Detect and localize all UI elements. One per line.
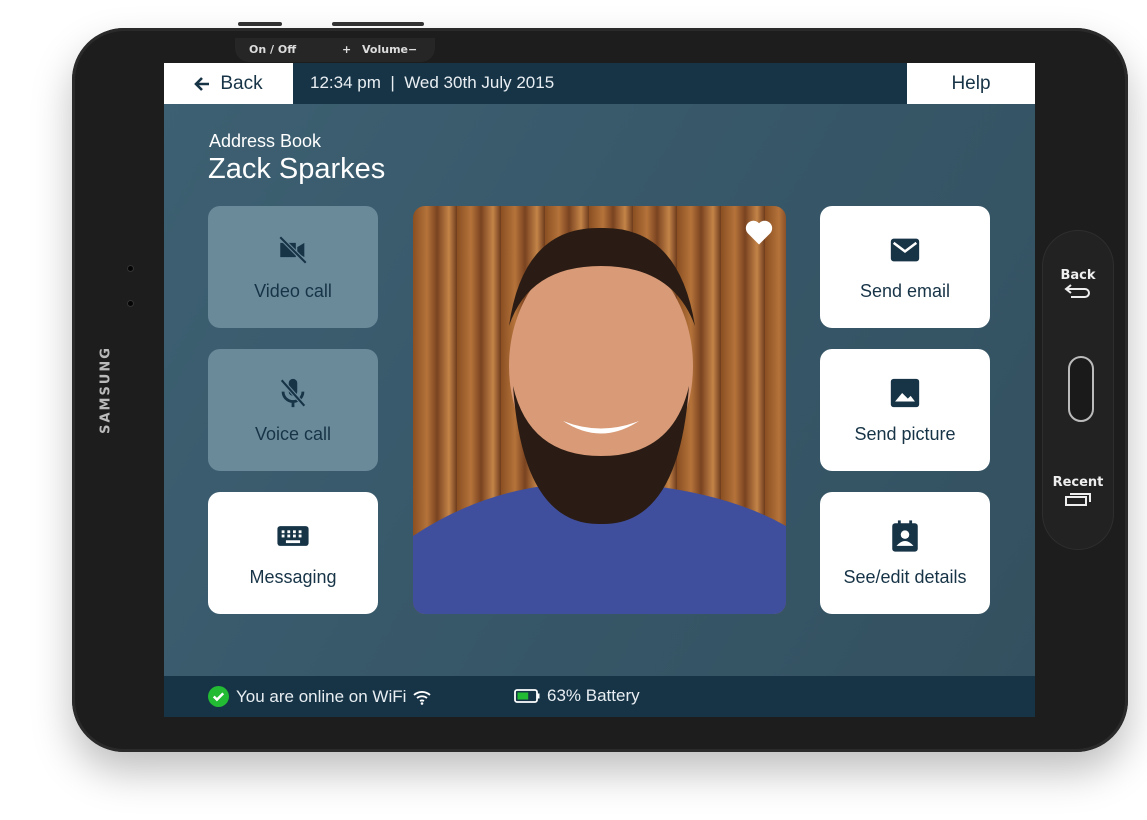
volume-plus-label: +: [342, 43, 352, 56]
app-screen: Back 12:34 pm | Wed 30th July 2015 Help …: [164, 63, 1035, 717]
back-label: Back: [1060, 268, 1096, 283]
image-icon: [890, 378, 920, 407]
video-off-icon: [278, 235, 308, 264]
contact-photo: [413, 206, 786, 614]
back-label: Back: [220, 72, 263, 94]
keyboard-icon: [277, 525, 309, 546]
envelope-icon: [890, 238, 920, 261]
check-circle-icon: [208, 686, 229, 707]
voice-call-label: Voice call: [254, 423, 332, 444]
date-time: 12:34 pm | Wed 30th July 2015: [310, 73, 555, 92]
battery-text: 63% Battery: [547, 686, 640, 705]
video-call-button[interactable]: Video call: [208, 206, 378, 328]
side-button-panel: Back Recent: [1042, 230, 1114, 550]
volume-minus-label: −: [408, 43, 418, 56]
arrow-left-icon: [194, 76, 210, 91]
power-hardware-button[interactable]: [238, 22, 282, 26]
brand-logo: SAMSUNG: [98, 346, 114, 434]
voice-call-button[interactable]: Voice call: [208, 349, 378, 471]
help-button[interactable]: Help: [907, 63, 1035, 104]
hardware-labels: On / Off + Volume −: [235, 38, 435, 62]
battery-icon: [514, 689, 540, 703]
messaging-label: Messaging: [249, 566, 337, 587]
back-arrow-icon: [1064, 284, 1090, 298]
wifi-status-text: You are online on WiFi: [236, 686, 407, 706]
contact-card-icon: [892, 519, 918, 552]
portrait-image: [413, 227, 786, 614]
front-camera: [127, 300, 134, 307]
recent-label: Recent: [1052, 475, 1104, 490]
hardware-back-button[interactable]: Back: [1042, 268, 1114, 303]
send-email-button[interactable]: Send email: [820, 206, 990, 328]
status-bar: You are online on WiFi 63% Battery: [164, 676, 1035, 717]
breadcrumb: Address Book: [209, 131, 322, 151]
see-edit-details-label: See/edit details: [843, 566, 967, 587]
battery-status: 63% Battery: [514, 686, 640, 706]
mic-off-icon: [280, 378, 306, 407]
messaging-button[interactable]: Messaging: [208, 492, 378, 614]
wifi-icon: [413, 690, 432, 705]
send-picture-button[interactable]: Send picture: [820, 349, 990, 471]
top-bar: Back 12:34 pm | Wed 30th July 2015 Help: [164, 63, 1035, 104]
send-picture-label: Send picture: [854, 423, 956, 444]
see-edit-details-button[interactable]: See/edit details: [820, 492, 990, 614]
send-email-label: Send email: [859, 280, 951, 301]
recent-apps-icon: [1065, 493, 1091, 506]
page-title: Zack Sparkes: [208, 153, 386, 185]
volume-hardware-button[interactable]: [332, 22, 424, 26]
power-label: On / Off: [249, 43, 297, 56]
home-button[interactable]: [1068, 356, 1094, 422]
favorite-heart-icon[interactable]: [744, 218, 774, 246]
hardware-recent-button[interactable]: Recent: [1042, 475, 1114, 512]
video-call-label: Video call: [254, 280, 332, 301]
sensor: [127, 265, 134, 272]
wifi-status: You are online on WiFi: [208, 686, 432, 707]
volume-label: Volume: [362, 43, 408, 56]
back-button[interactable]: Back: [164, 63, 293, 104]
